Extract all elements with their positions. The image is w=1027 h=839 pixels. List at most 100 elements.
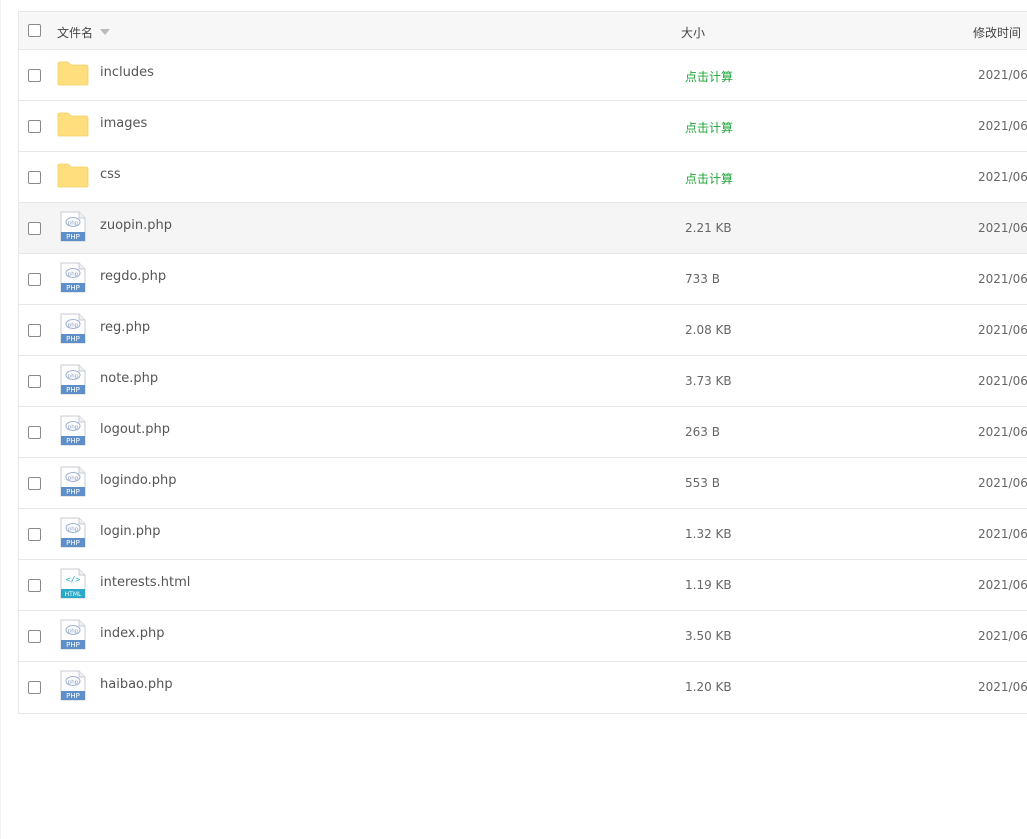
svg-text:php: php (68, 526, 79, 532)
file-size: 2.21 KB (685, 221, 732, 235)
file-size: 263 B (685, 425, 720, 439)
row-checkbox[interactable] (28, 375, 41, 388)
php-file-icon[interactable]: php PHP (60, 364, 86, 395)
row-checkbox[interactable] (28, 120, 41, 133)
calculate-size-link[interactable]: 点击计算 (685, 170, 733, 187)
file-name-link[interactable]: interests.html (100, 575, 190, 590)
row-checkbox[interactable] (28, 579, 41, 592)
file-manager: 文件名 大小 修改时间 includes 点击计算 2021/06/images 点击… (0, 0, 1027, 839)
svg-text:php: php (68, 628, 79, 634)
svg-text:PHP: PHP (66, 692, 80, 700)
row-checkbox[interactable] (28, 222, 41, 235)
row-checkbox[interactable] (28, 681, 41, 694)
svg-text:PHP: PHP (66, 641, 80, 649)
file-mtime: 2021/06/ (978, 476, 1027, 490)
php-file-icon[interactable]: php PHP (60, 466, 86, 497)
file-mtime: 2021/06/ (978, 374, 1027, 388)
left-edge-divider (0, 0, 1, 839)
php-file-icon[interactable]: php PHP (60, 313, 86, 344)
table-row[interactable]: php PHP haibao.php 1.20 KB 2021/06/ (19, 662, 1027, 713)
row-checkbox[interactable] (28, 273, 41, 286)
file-mtime: 2021/06/ (978, 272, 1027, 286)
file-list: includes 点击计算 2021/06/images 点击计算 2021/06/cs… (19, 50, 1027, 713)
table-row[interactable]: php PHP note.php 3.73 KB 2021/06/ (19, 356, 1027, 407)
php-file-icon[interactable]: php PHP (60, 211, 86, 242)
svg-text:PHP: PHP (66, 284, 80, 292)
row-checkbox[interactable] (28, 69, 41, 82)
folder-icon[interactable] (57, 60, 89, 86)
file-name-link[interactable]: haibao.php (100, 677, 173, 692)
row-checkbox[interactable] (28, 426, 41, 439)
svg-text:PHP: PHP (66, 335, 80, 343)
svg-text:php: php (68, 373, 79, 379)
table-row[interactable]: php PHP reg.php 2.08 KB 2021/06/ (19, 305, 1027, 356)
file-size: 1.20 KB (685, 680, 732, 694)
file-table: 文件名 大小 修改时间 includes 点击计算 2021/06/images 点击… (18, 11, 1027, 714)
file-mtime: 2021/06/ (978, 119, 1027, 133)
file-mtime: 2021/06/ (978, 221, 1027, 235)
php-file-icon[interactable]: php PHP (60, 670, 86, 701)
svg-text:HTML: HTML (65, 591, 82, 598)
folder-icon[interactable] (57, 111, 89, 137)
file-size: 3.73 KB (685, 374, 732, 388)
column-header-size[interactable]: 大小 (681, 24, 705, 41)
table-row[interactable]: php PHP zuopin.php 2.21 KB 2021/06/ (19, 203, 1027, 254)
row-checkbox[interactable] (28, 171, 41, 184)
row-checkbox[interactable] (28, 477, 41, 490)
file-name-link[interactable]: zuopin.php (100, 218, 172, 233)
html-file-icon[interactable]: </> HTML (60, 568, 86, 599)
file-mtime: 2021/06/ (978, 68, 1027, 82)
table-row[interactable]: php PHP login.php 1.32 KB 2021/06/ (19, 509, 1027, 560)
file-name-link[interactable]: includes (100, 65, 154, 80)
table-row[interactable]: includes 点击计算 2021/06/ (19, 50, 1027, 101)
select-all-checkbox[interactable] (28, 24, 41, 37)
file-name-link[interactable]: reg.php (100, 320, 150, 335)
table-row[interactable]: php PHP logout.php 263 B 2021/06/ (19, 407, 1027, 458)
file-size: 3.50 KB (685, 629, 732, 643)
svg-text:php: php (68, 475, 79, 481)
sort-down-icon[interactable] (100, 29, 110, 35)
file-name-link[interactable]: images (100, 116, 147, 131)
file-name-link[interactable]: logindo.php (100, 473, 177, 488)
svg-text:php: php (68, 220, 79, 226)
svg-text:php: php (68, 679, 79, 685)
row-checkbox[interactable] (28, 324, 41, 337)
file-name-link[interactable]: note.php (100, 371, 158, 386)
file-size: 553 B (685, 476, 720, 490)
file-size: 1.32 KB (685, 527, 732, 541)
table-header: 文件名 大小 修改时间 (19, 12, 1027, 50)
file-mtime: 2021/06/ (978, 323, 1027, 337)
table-row[interactable]: php PHP logindo.php 553 B 2021/06/ (19, 458, 1027, 509)
file-name-link[interactable]: login.php (100, 524, 161, 539)
svg-text:php: php (68, 424, 79, 430)
row-checkbox[interactable] (28, 528, 41, 541)
svg-text:php: php (68, 271, 79, 277)
svg-text:</>: </> (66, 575, 81, 584)
php-file-icon[interactable]: php PHP (60, 415, 86, 446)
table-row[interactable]: php PHP regdo.php 733 B 2021/06/ (19, 254, 1027, 305)
file-name-link[interactable]: logout.php (100, 422, 170, 437)
table-row[interactable]: php PHP index.php 3.50 KB 2021/06/ (19, 611, 1027, 662)
table-row[interactable]: images 点击计算 2021/06/ (19, 101, 1027, 152)
svg-text:PHP: PHP (66, 488, 80, 496)
file-mtime: 2021/06/ (978, 680, 1027, 694)
column-header-name[interactable]: 文件名 (57, 24, 93, 41)
file-name-link[interactable]: css (100, 167, 121, 182)
calculate-size-link[interactable]: 点击计算 (685, 68, 733, 85)
file-mtime: 2021/06/ (978, 425, 1027, 439)
php-file-icon[interactable]: php PHP (60, 517, 86, 548)
calculate-size-link[interactable]: 点击计算 (685, 119, 733, 136)
svg-text:PHP: PHP (66, 386, 80, 394)
php-file-icon[interactable]: php PHP (60, 262, 86, 293)
file-size: 733 B (685, 272, 720, 286)
row-checkbox[interactable] (28, 630, 41, 643)
file-name-link[interactable]: index.php (100, 626, 164, 641)
table-row[interactable]: css 点击计算 2021/06/ (19, 152, 1027, 203)
table-row[interactable]: </> HTML interests.html 1.19 KB 2021/06/ (19, 560, 1027, 611)
php-file-icon[interactable]: php PHP (60, 619, 86, 650)
column-header-mtime[interactable]: 修改时间 (973, 24, 1021, 41)
svg-text:PHP: PHP (66, 437, 80, 445)
file-name-link[interactable]: regdo.php (100, 269, 166, 284)
folder-icon[interactable] (57, 162, 89, 188)
file-mtime: 2021/06/ (978, 170, 1027, 184)
